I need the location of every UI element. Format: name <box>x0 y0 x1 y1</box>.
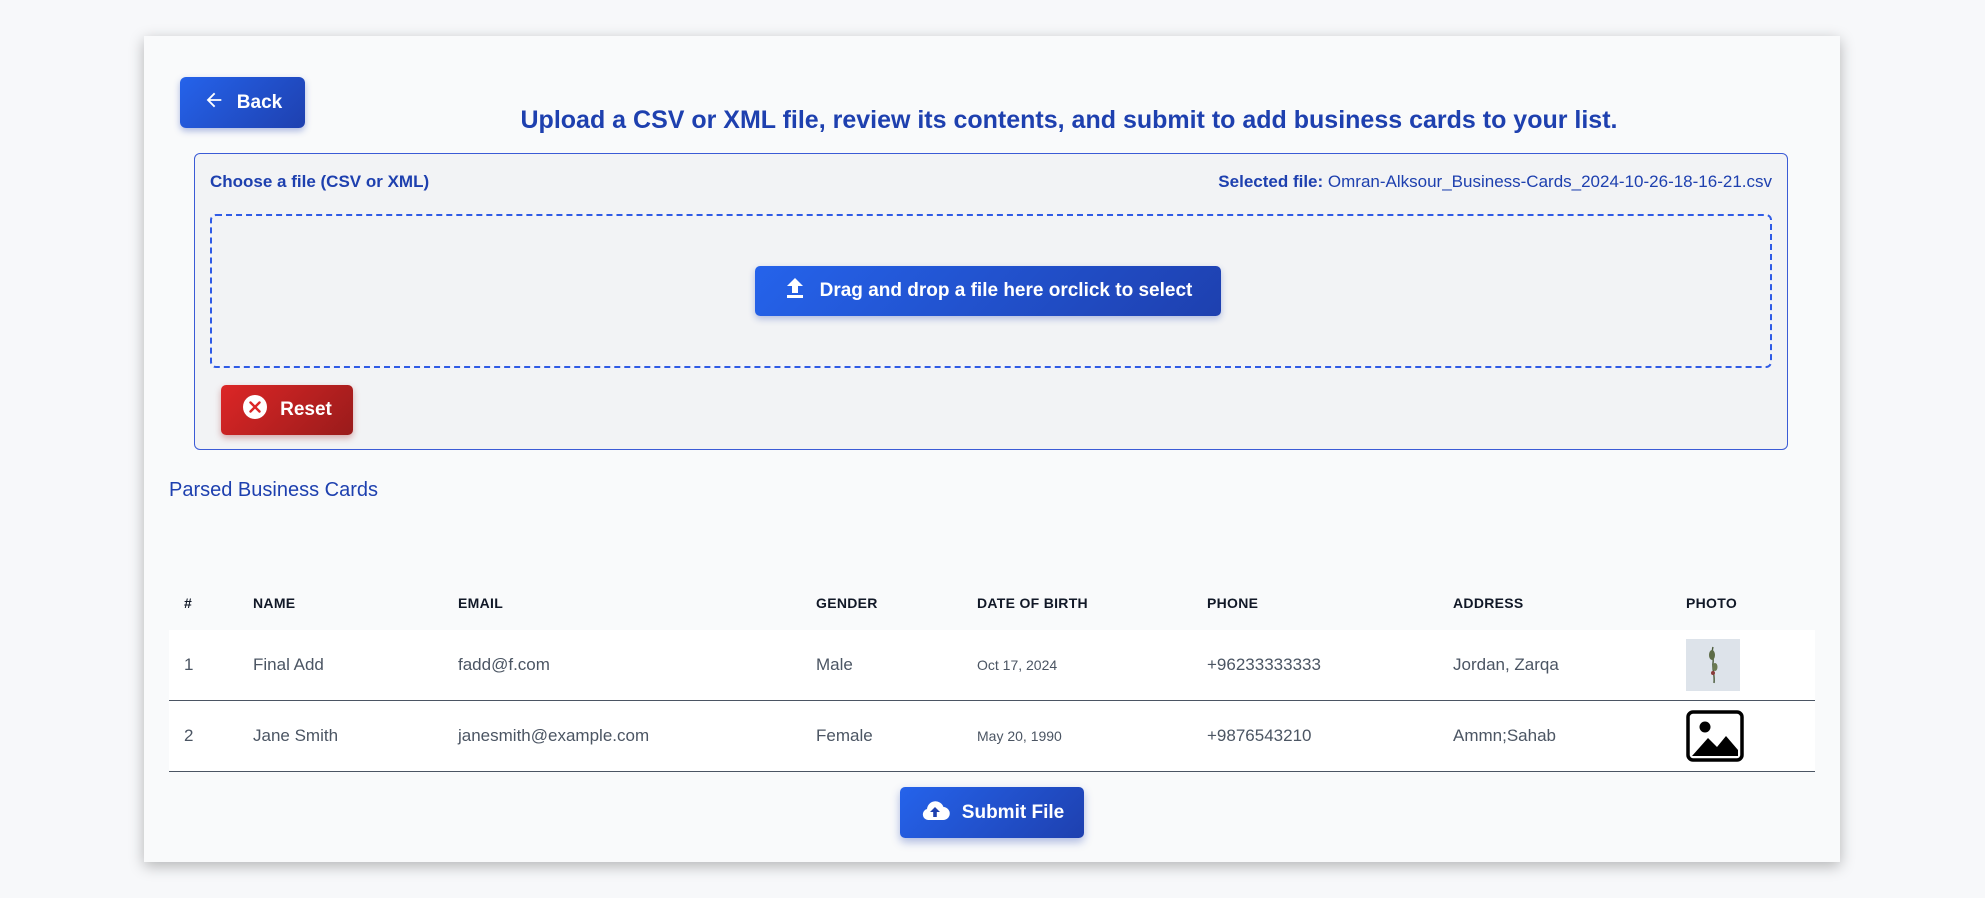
row-number: 2 <box>184 726 194 745</box>
dob-cell: Oct 17, 2024 <box>977 657 1058 673</box>
submit-file-label: Submit File <box>961 801 1065 823</box>
column-header: DATE OF BIRTH <box>977 595 1088 611</box>
table-row: 2 Jane Smith janesmith@example.com Femal… <box>169 701 1815 772</box>
selected-file-info: Selected file: Omran-Alksour_Business-Ca… <box>1218 172 1772 192</box>
select-file-label: Drag and drop a file here orclick to sel… <box>819 280 1193 301</box>
photo-thumbnail <box>1686 639 1740 691</box>
photo-cell <box>1671 710 1815 762</box>
selected-file-name: Omran-Alksour_Business-Cards_2024-10-26-… <box>1327 172 1772 191</box>
phone-cell: +96233333333 <box>1207 655 1321 674</box>
email-cell: fadd@f.com <box>458 655 550 674</box>
gender-cell: Male <box>816 655 853 674</box>
column-header: ADDRESS <box>1453 595 1524 611</box>
column-header: PHOTO <box>1686 595 1738 611</box>
photo-cell <box>1671 639 1815 691</box>
name-cell: Jane Smith <box>253 726 339 745</box>
gender-cell: Female <box>816 726 873 745</box>
column-header: PHONE <box>1207 595 1259 611</box>
column-header: # <box>184 595 193 611</box>
name-cell: Final Add <box>253 655 324 674</box>
upload-panel: Choose a file (CSV or XML) Selected file… <box>194 153 1788 450</box>
submit-file-button[interactable]: Submit File <box>900 787 1084 838</box>
address-cell: Ammn;Sahab <box>1453 726 1556 745</box>
row-number: 1 <box>184 655 194 674</box>
reset-button-label: Reset <box>280 399 332 420</box>
column-header: NAME <box>253 595 296 611</box>
address-cell: Jordan, Zarqa <box>1453 655 1559 674</box>
image-placeholder-icon <box>1686 710 1815 762</box>
column-header: EMAIL <box>458 595 504 611</box>
upload-icon <box>784 276 806 306</box>
arrow-left-icon <box>203 89 225 117</box>
file-dropzone[interactable]: Drag and drop a file here orclick to sel… <box>210 214 1772 368</box>
choose-file-label: Choose a file (CSV or XML) <box>210 172 430 191</box>
back-button[interactable]: Back <box>180 77 305 128</box>
close-circle-icon <box>242 394 268 426</box>
reset-button[interactable]: Reset <box>221 385 353 435</box>
selected-file-prefix: Selected file: <box>1218 172 1324 191</box>
back-button-label: Back <box>236 91 283 113</box>
dob-cell: May 20, 1990 <box>977 728 1062 744</box>
email-cell: janesmith@example.com <box>458 726 650 745</box>
page-headline: Upload a CSV or XML file, review its con… <box>520 106 1618 134</box>
upload-card: Back Upload a CSV or XML file, review it… <box>144 36 1840 862</box>
table-header: # NAME EMAIL GENDER DATE OF BIRTH PHONE … <box>169 576 1815 630</box>
column-header: GENDER <box>816 595 878 611</box>
select-file-button[interactable]: Drag and drop a file here orclick to sel… <box>755 266 1221 316</box>
cloud-upload-icon <box>920 799 950 827</box>
business-cards-table: # NAME EMAIL GENDER DATE OF BIRTH PHONE … <box>169 576 1815 772</box>
phone-cell: +9876543210 <box>1207 726 1312 745</box>
parsed-cards-title: Parsed Business Cards <box>169 479 378 501</box>
table-row: 1 Final Add fadd@f.com Male Oct 17, 2024… <box>169 630 1815 701</box>
